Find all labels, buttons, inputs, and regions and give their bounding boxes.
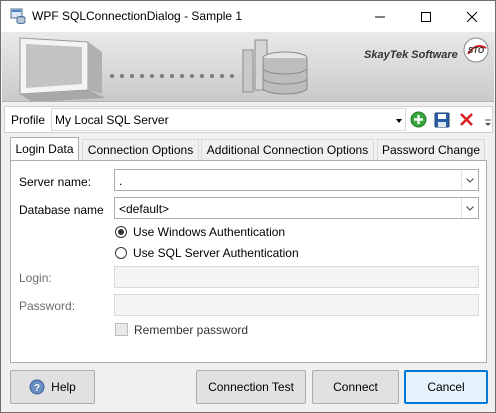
- chevron-down-icon: [396, 119, 402, 123]
- database-name-combo[interactable]: <default>: [114, 197, 479, 219]
- connect-button[interactable]: Connect: [312, 370, 399, 404]
- save-profile-icon[interactable]: [433, 111, 450, 128]
- add-profile-icon[interactable]: [410, 111, 427, 128]
- chevron-down-icon[interactable]: [461, 198, 478, 218]
- login-label: Login:: [19, 271, 52, 285]
- svg-text:?: ?: [34, 383, 40, 394]
- tab-connection-options[interactable]: Connection Options: [82, 139, 199, 160]
- delete-profile-icon[interactable]: [458, 111, 475, 128]
- windows-auth-radio[interactable]: [115, 226, 127, 238]
- sql-auth-radio[interactable]: [115, 247, 127, 259]
- skaytek-logo-icon: STO: [463, 37, 489, 63]
- windows-auth-label[interactable]: Use Windows Authentication: [133, 225, 285, 239]
- server-name-value: .: [119, 174, 123, 188]
- password-label: Password:: [19, 299, 76, 313]
- toolbar-overflow-icon[interactable]: [484, 117, 492, 127]
- login-data-panel: Server name: . Database name <default> U…: [10, 160, 487, 363]
- svg-text:STO: STO: [468, 46, 485, 55]
- database-name-label: Database name: [19, 203, 104, 217]
- chevron-down-icon[interactable]: [461, 170, 478, 190]
- maximize-button[interactable]: [403, 1, 449, 32]
- computer-icon: [19, 37, 106, 101]
- database-window-icon: [10, 8, 26, 24]
- profile-toolbar: Profile My Local SQL Server: [4, 106, 493, 133]
- header-banner: STO SkayTek Software: [2, 32, 494, 102]
- server-icon: [242, 39, 308, 95]
- server-name-combo[interactable]: .: [114, 169, 479, 191]
- banner-illustration: STO: [19, 37, 489, 101]
- password-field[interactable]: [114, 294, 479, 316]
- title-bar[interactable]: WPF SQLConnectionDialog - Sample 1: [1, 1, 495, 32]
- close-button[interactable]: [449, 1, 495, 32]
- tab-password-change[interactable]: Password Change: [377, 139, 485, 160]
- remember-password-label[interactable]: Remember password: [134, 323, 248, 337]
- tab-login-data[interactable]: Login Data: [10, 137, 79, 160]
- profile-label: Profile: [11, 113, 46, 127]
- brand-name: SkayTek Software: [364, 49, 458, 61]
- minimize-button[interactable]: [357, 1, 403, 32]
- help-button[interactable]: ? Help: [10, 370, 95, 404]
- server-name-label: Server name:: [19, 175, 92, 189]
- database-name-value: <default>: [119, 202, 170, 216]
- profile-value: My Local SQL Server: [55, 113, 169, 127]
- login-field[interactable]: [114, 266, 479, 288]
- remember-password-checkbox[interactable]: [115, 323, 128, 336]
- window-title: WPF SQLConnectionDialog - Sample 1: [32, 9, 243, 23]
- tab-additional-connection-options[interactable]: Additional Connection Options: [201, 139, 374, 160]
- help-icon: ?: [29, 379, 45, 395]
- cancel-button[interactable]: Cancel: [404, 370, 488, 404]
- help-button-label: Help: [51, 380, 76, 394]
- profile-select[interactable]: My Local SQL Server: [51, 108, 406, 131]
- dialog-window: WPF SQLConnectionDialog - Sample 1 STO S…: [0, 0, 496, 413]
- sql-auth-label[interactable]: Use SQL Server Authentication: [133, 246, 299, 260]
- connection-test-button[interactable]: Connection Test: [196, 370, 306, 404]
